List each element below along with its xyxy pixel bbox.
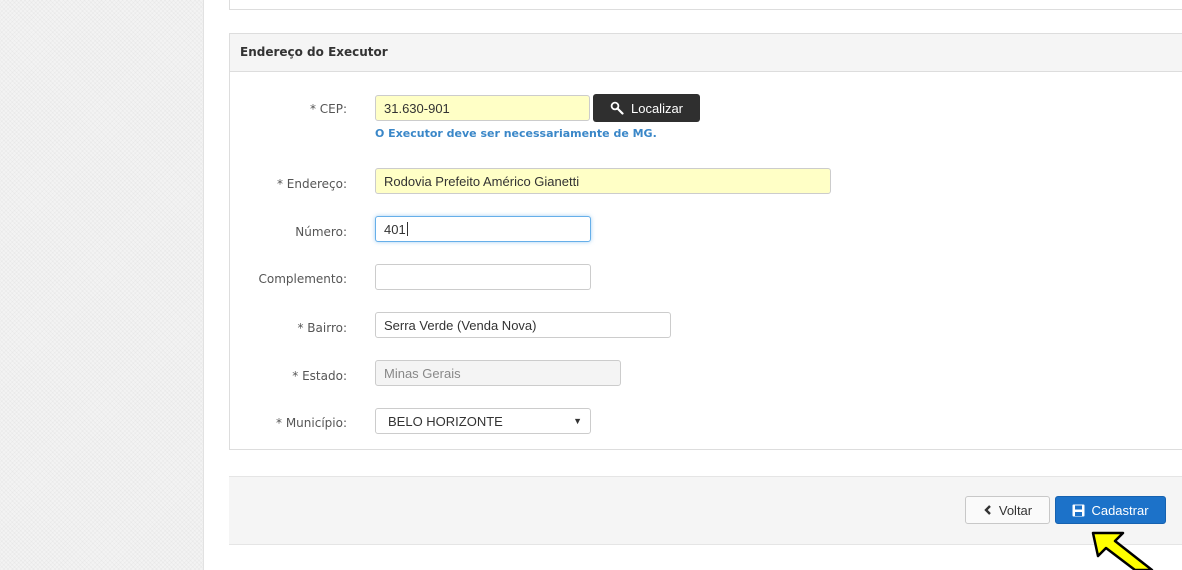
- bairro-label: * Bairro:: [297, 321, 347, 335]
- search-icon: [610, 101, 624, 115]
- complemento-label: Complemento:: [258, 272, 347, 286]
- cep-value: 31.630-901: [384, 100, 450, 116]
- complemento-input[interactable]: [375, 264, 591, 290]
- numero-label: Número:: [295, 225, 347, 239]
- estado-input[interactable]: Minas Gerais: [375, 360, 621, 386]
- endereco-value: Rodovia Prefeito Américo Gianetti: [384, 173, 580, 189]
- numero-input[interactable]: 401: [375, 216, 591, 242]
- text-cursor: [406, 222, 408, 236]
- localizar-button[interactable]: Localizar: [593, 94, 700, 122]
- voltar-button[interactable]: Voltar: [965, 496, 1050, 524]
- cep-hint: O Executor deve ser necessariamente de M…: [375, 127, 657, 140]
- caret-down-icon: ▼: [573, 416, 582, 426]
- panel-title: Endereço do Executor: [230, 34, 1182, 72]
- municipio-label: * Município:: [276, 416, 347, 430]
- left-sidebar-background: [0, 0, 204, 570]
- cep-label: * CEP:: [309, 102, 347, 116]
- estado-value: Minas Gerais: [384, 365, 461, 381]
- numero-value: 401: [384, 221, 406, 237]
- bairro-value: Serra Verde (Venda Nova): [384, 317, 537, 333]
- voltar-label: Voltar: [998, 502, 1033, 518]
- address-panel: Endereço do Executor: [229, 33, 1182, 450]
- endereco-input[interactable]: Rodovia Prefeito Américo Gianetti: [375, 168, 831, 194]
- endereco-label: * Endereço:: [276, 177, 347, 191]
- chevron-left-icon: [984, 505, 991, 515]
- municipio-select[interactable]: BELO HORIZONTE ▼: [375, 408, 591, 434]
- bairro-input[interactable]: Serra Verde (Venda Nova): [375, 312, 671, 338]
- cep-input[interactable]: 31.630-901: [375, 95, 590, 121]
- estado-label: * Estado:: [292, 369, 347, 383]
- floppy-disk-icon: [1072, 504, 1085, 516]
- previous-panel-edge: [229, 0, 1182, 10]
- cadastrar-label: Cadastrar: [1091, 502, 1149, 518]
- municipio-value: BELO HORIZONTE: [388, 413, 503, 429]
- cadastrar-button[interactable]: Cadastrar: [1055, 496, 1166, 524]
- arrow-pointer-icon: [1091, 531, 1154, 570]
- localizar-label: Localizar: [630, 100, 684, 116]
